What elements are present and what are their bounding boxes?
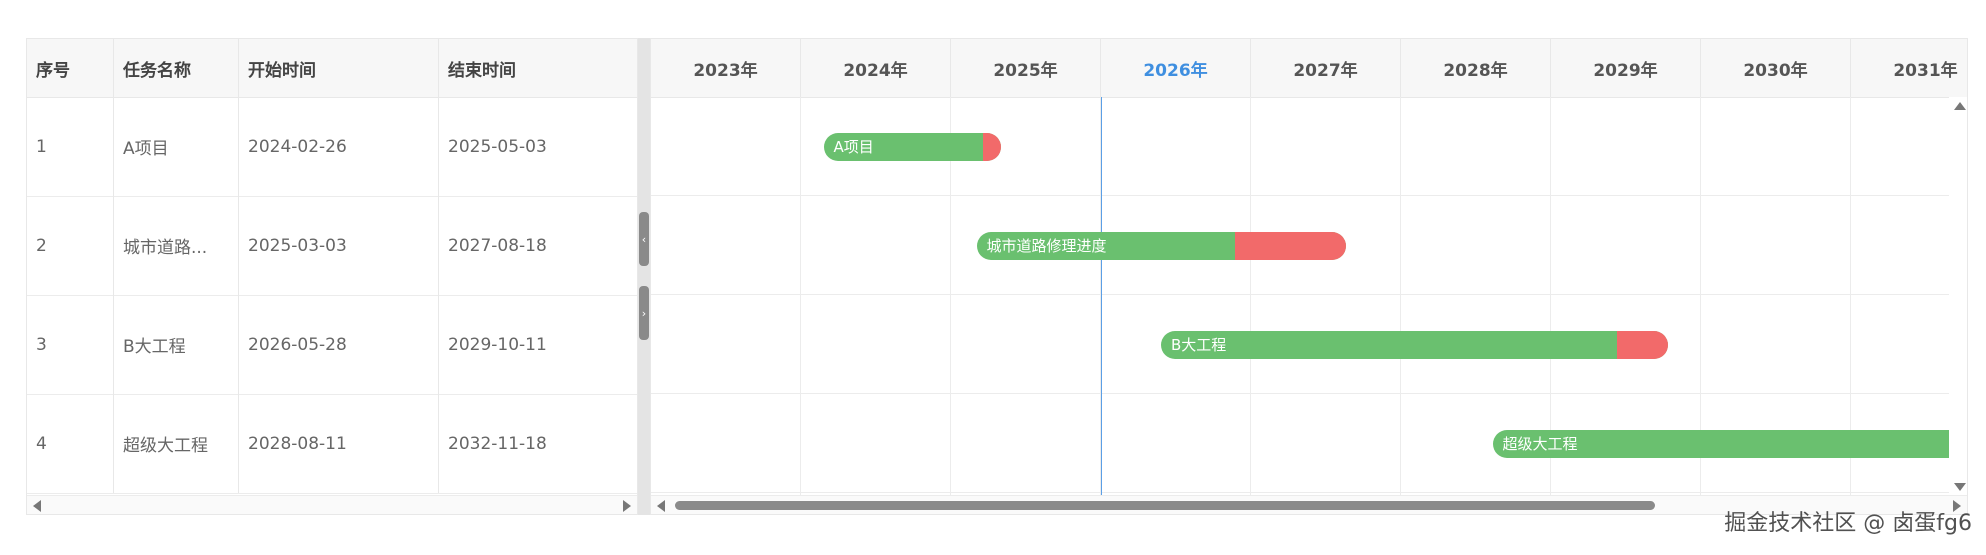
- timeline-chart: 2023年 2024年 2025年 2026年 2027年 2028年 2029年 2030年…: [650, 38, 1968, 515]
- timeline-vertical-scrollbar[interactable]: [1949, 97, 1967, 497]
- cell-end-time: 2027-08-18: [448, 235, 547, 256]
- table-horizontal-scrollbar[interactable]: [27, 495, 637, 514]
- cell-start-time: 2028-08-11: [239, 394, 439, 493]
- cell-task-name: B大工程: [114, 295, 239, 394]
- scroll-left-arrow-icon[interactable]: [33, 500, 41, 512]
- cell-start-time: 2026-05-28: [239, 295, 439, 394]
- year-header-4: 2027年: [1251, 39, 1401, 97]
- grid-row-line: [651, 492, 1967, 493]
- cell-index: 4: [27, 394, 114, 493]
- task-bar-label: 超级大工程: [1502, 434, 1578, 453]
- grid-column-line: [1400, 97, 1401, 497]
- year-header-3: 2026年: [1101, 39, 1251, 97]
- column-header-end-time[interactable]: 结束时间: [439, 39, 638, 97]
- column-header-start-time[interactable]: 开始时间: [239, 39, 439, 97]
- cell-start-time: 2025-03-03: [239, 196, 439, 295]
- task-table: 序号 任务名称 开始时间 结束时间 1 A项目 2024-02-26 2025-…: [26, 38, 638, 515]
- scroll-right-arrow-icon[interactable]: [623, 500, 631, 512]
- grid-column-line: [800, 97, 801, 497]
- table-row[interactable]: 1 A项目 2024-02-26 2025-05-03: [27, 97, 637, 197]
- watermark: 掘金技术社区 @ 卤蛋fg6: [1724, 511, 1972, 536]
- expand-right-button[interactable]: ›: [639, 286, 649, 340]
- year-header-2: 2025年: [951, 39, 1101, 97]
- today-line: [1101, 97, 1102, 497]
- collapse-left-button[interactable]: ‹: [639, 212, 649, 266]
- scroll-down-arrow-icon[interactable]: [1954, 483, 1966, 491]
- task-bar-remaining: [1617, 330, 1668, 359]
- grid-column-line: [1250, 97, 1251, 497]
- year-header-0: 2023年: [651, 39, 801, 97]
- cell-index: 1: [27, 97, 114, 196]
- cell-end-time: 2032-11-18: [448, 433, 547, 454]
- grid-row-line: [651, 195, 1967, 196]
- year-header-8: 2031年: [1851, 39, 1967, 97]
- cell-task-name: 城市道路...: [114, 196, 239, 295]
- task-bar-label: 城市道路修理进度: [986, 236, 1107, 255]
- table-row[interactable]: 4 超级大工程 2028-08-11 2032-11-18: [27, 394, 637, 494]
- grid-row-line: [651, 393, 1967, 394]
- task-bar[interactable]: 超级大工程: [1492, 429, 1967, 458]
- scroll-up-arrow-icon[interactable]: [1954, 102, 1966, 110]
- task-bar-remaining: [982, 132, 1001, 161]
- pane-splitter[interactable]: ‹ ›: [638, 38, 650, 515]
- task-bar-label: B大工程: [1171, 335, 1227, 354]
- task-bar[interactable]: B大工程: [1161, 330, 1668, 359]
- task-bar-remaining: [1234, 231, 1346, 260]
- cell-index: 2: [27, 196, 114, 295]
- cell-index: 3: [27, 295, 114, 394]
- cell-task-name: 超级大工程: [114, 394, 239, 493]
- task-bar[interactable]: A项目: [823, 132, 1001, 161]
- scroll-left-arrow-icon[interactable]: [657, 500, 665, 512]
- scrollbar-thumb[interactable]: [675, 501, 1655, 510]
- cell-task-name: A项目: [114, 97, 239, 196]
- column-header-task-name[interactable]: 任务名称: [114, 39, 239, 97]
- task-bar-label: A项目: [833, 137, 874, 156]
- grid-row-line: [651, 294, 1967, 295]
- table-row[interactable]: 2 城市道路... 2025-03-03 2027-08-18: [27, 196, 637, 296]
- table-header: 序号 任务名称 开始时间 结束时间: [27, 39, 637, 98]
- year-header-5: 2028年: [1401, 39, 1551, 97]
- timeline-header: 2023年 2024年 2025年 2026年 2027年 2028年 2029年 2030年…: [651, 39, 1967, 98]
- cell-start-time: 2024-02-26: [239, 97, 439, 196]
- year-header-7: 2030年: [1701, 39, 1851, 97]
- column-header-index[interactable]: 序号: [27, 39, 114, 97]
- year-header-6: 2029年: [1551, 39, 1701, 97]
- task-bar[interactable]: 城市道路修理进度: [976, 231, 1346, 260]
- cell-end-time: 2029-10-11: [448, 334, 547, 355]
- table-row[interactable]: 3 B大工程 2026-05-28 2029-10-11: [27, 295, 637, 395]
- cell-end-time: 2025-05-03: [448, 136, 547, 157]
- gantt-chart: 序号 任务名称 开始时间 结束时间 1 A项目 2024-02-26 2025-…: [26, 38, 1968, 515]
- year-header-1: 2024年: [801, 39, 951, 97]
